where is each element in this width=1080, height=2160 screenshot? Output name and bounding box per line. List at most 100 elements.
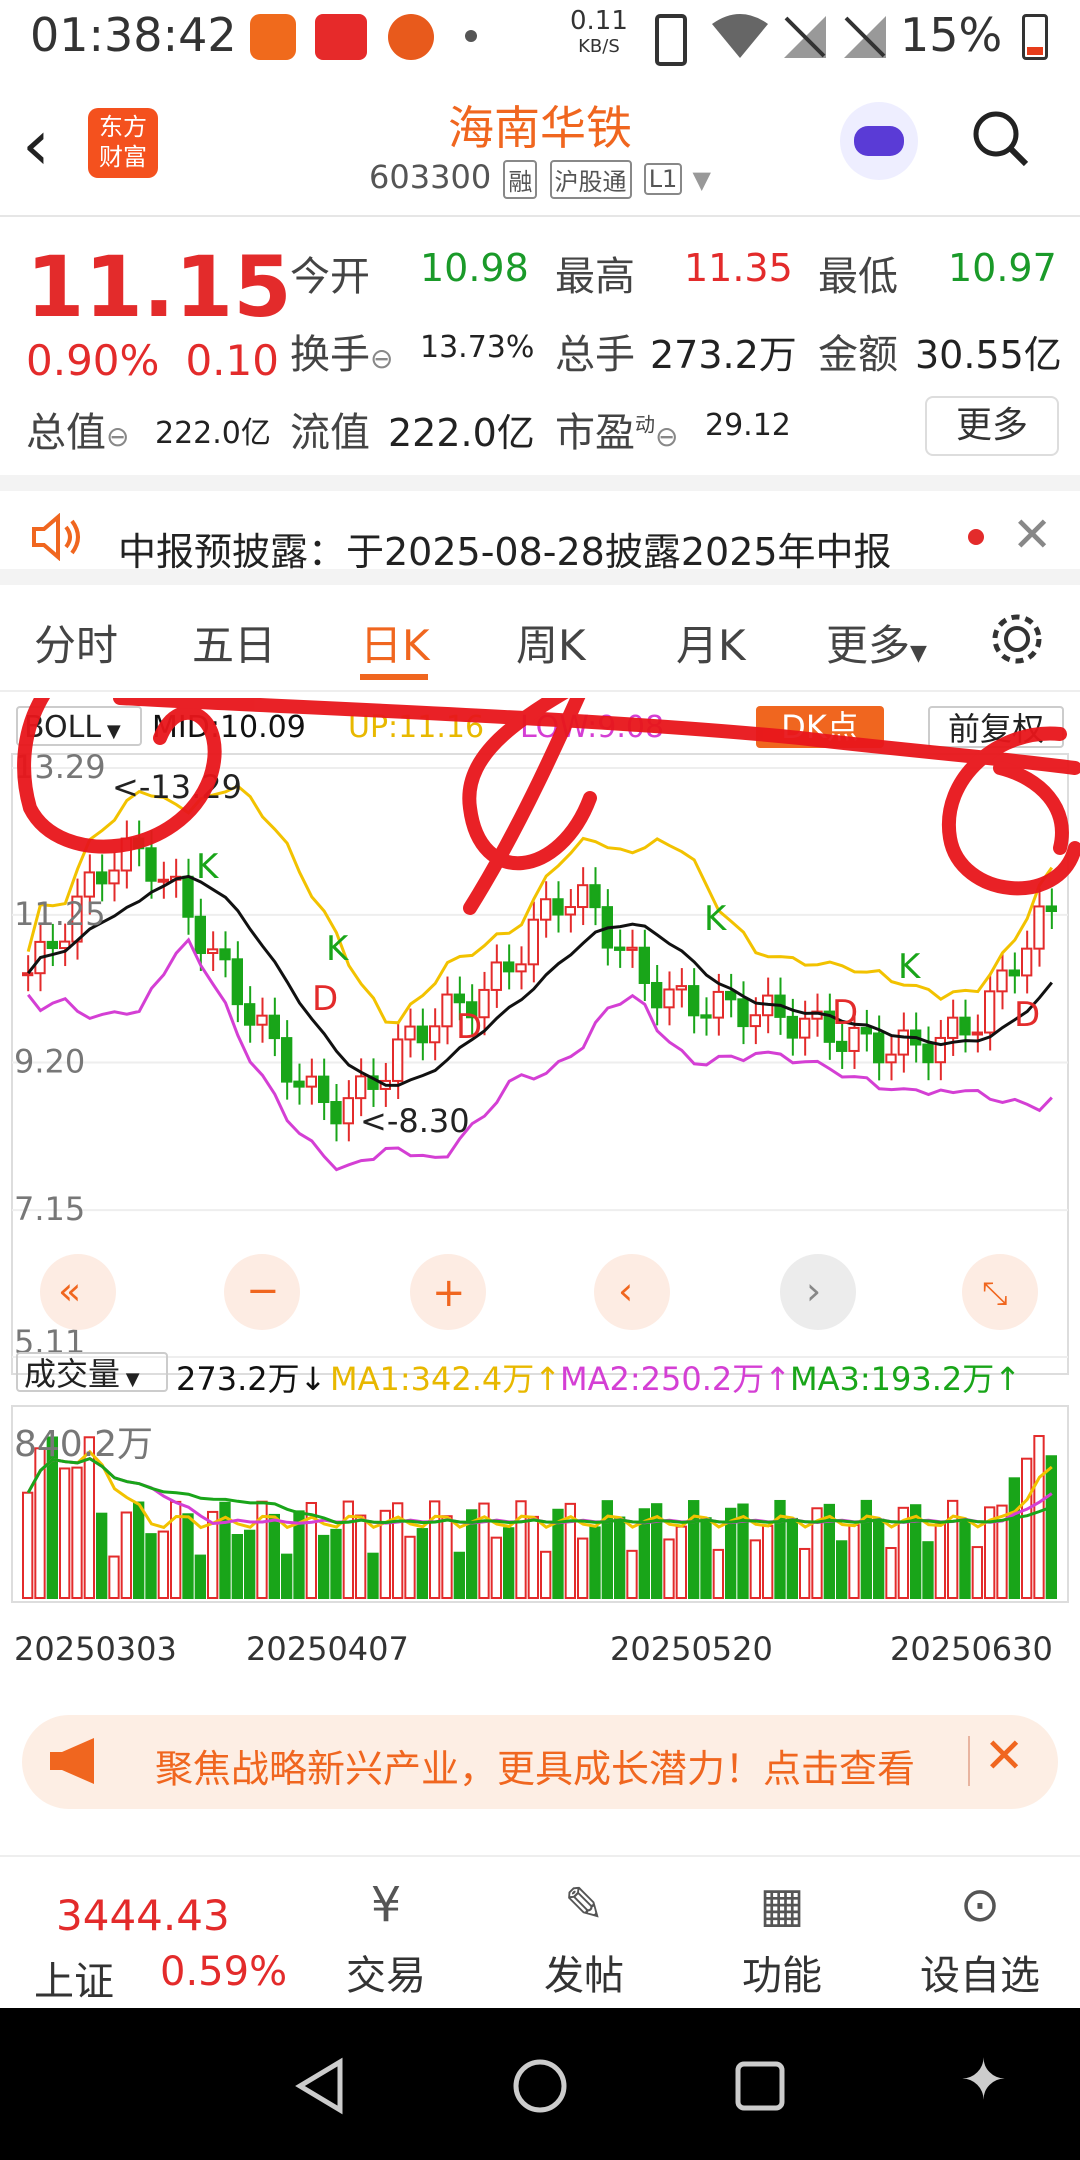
connect-tag: 沪股通: [549, 159, 632, 199]
volume-bar: [626, 1549, 638, 1600]
finance-notification-icon: [388, 14, 434, 60]
high-marker: <-13.29: [112, 768, 242, 806]
function-button[interactable]: ▦ 功能: [702, 1877, 862, 2001]
nav-back-icon[interactable]: [290, 2056, 350, 2116]
candle-body: [355, 1075, 367, 1100]
volume-bar: [268, 1513, 280, 1599]
float-value: 222.0亿: [388, 411, 535, 455]
stock-name[interactable]: 海南华铁: [0, 92, 1080, 158]
grid-icon: ▦: [759, 1877, 805, 1933]
tab-more[interactable]: 更多▼: [826, 612, 927, 673]
high-value: 11.35: [684, 246, 793, 290]
volume-bar: [244, 1529, 256, 1600]
settings-gear-icon[interactable]: [988, 610, 1046, 668]
index-pct[interactable]: 0.59%: [160, 1949, 287, 1995]
volume-bar: [194, 1554, 207, 1599]
trade-button[interactable]: ¥ 交易: [306, 1877, 466, 2001]
candle-body: [786, 1015, 799, 1039]
volume-bar: [589, 1526, 601, 1599]
volume-bar: [157, 1530, 170, 1600]
candle-body: [922, 1043, 934, 1064]
volume-bar: [762, 1524, 774, 1599]
volume-bar: [1008, 1477, 1021, 1600]
zoom-out-icon: −: [246, 1268, 280, 1314]
close-banner-icon[interactable]: ✕: [984, 1728, 1024, 1784]
candle-body: [712, 990, 725, 1019]
vibrate-icon: [655, 14, 687, 66]
assistant-robot-icon[interactable]: [840, 102, 918, 180]
volume-bar: [799, 1547, 811, 1599]
candle-body: [404, 1025, 416, 1041]
volume-bar: [367, 1552, 379, 1600]
candle-body: [725, 990, 737, 1001]
volume-bar: [231, 1534, 244, 1600]
yen-icon: ¥: [370, 1877, 402, 1933]
y-tick-label: 11.25: [14, 895, 106, 933]
d-marker-3: D: [832, 993, 858, 1033]
battery-percent: 15%: [900, 8, 1003, 62]
pe-label: 市盈动⊖: [555, 410, 679, 456]
tab-weekly-k[interactable]: 周K: [516, 612, 586, 673]
low-value: 10.97: [948, 246, 1057, 290]
candle-body: [552, 898, 564, 916]
candle-body: [194, 915, 207, 955]
close-notice-icon[interactable]: ✕: [1012, 507, 1052, 563]
pe-value: 29.12: [705, 408, 791, 443]
d-marker-2: D: [456, 1007, 482, 1047]
volume-bar: [786, 1517, 799, 1599]
notice-bar[interactable]: 中报预披露：于2025-08-28披露2025年中报 ✕: [0, 475, 1080, 585]
search-icon[interactable]: [970, 108, 1030, 168]
candle-body: [46, 940, 59, 950]
k-marker-4: K: [898, 947, 922, 987]
index-name[interactable]: 上证: [34, 1949, 114, 2007]
volume-bar: [1045, 1455, 1057, 1599]
accessibility-icon[interactable]: ✦: [960, 2048, 1007, 2113]
status-time: 01:38:42: [30, 8, 237, 62]
volume-indicator-select[interactable]: 成交量 ▼: [16, 1352, 168, 1393]
volume-bar: [873, 1518, 885, 1600]
tab-daily-k[interactable]: 日K: [360, 612, 430, 673]
float-label: 流值: [290, 410, 370, 456]
candle-body: [663, 988, 675, 1009]
price-plot-frame: [11, 753, 1069, 1375]
volume-bar: [404, 1535, 416, 1600]
amount-value: 30.55亿: [915, 333, 1062, 377]
candle-body: [490, 961, 502, 991]
next-icon: ›: [806, 1269, 821, 1313]
chart-controls: « − + ‹ › ⤡: [40, 1254, 1038, 1330]
stock-code-row[interactable]: 603300 融 沪股通 L1 ▼: [0, 158, 1080, 199]
candle-body: [231, 958, 244, 1006]
add-watchlist-button[interactable]: ⊙ 设自选: [900, 1877, 1060, 2001]
candle-body: [638, 946, 651, 984]
candle-body: [392, 1038, 404, 1082]
level-tag: L1: [643, 163, 683, 195]
x-tick-label: 20250630: [890, 1630, 1053, 1668]
kline-chart-area[interactable]: BOLL ▼ MID:10.09 UP:11.16 LOW:9.08 DK点 前…: [0, 698, 1080, 1688]
volume-bar: [453, 1551, 465, 1599]
volume-bar: [885, 1547, 897, 1599]
volume-bar: [527, 1515, 540, 1600]
turnover-value: 13.73%: [420, 330, 535, 365]
volume-bar: [441, 1515, 453, 1600]
volume-bar: [749, 1539, 762, 1600]
nav-recents-icon[interactable]: [730, 2056, 790, 2116]
post-button[interactable]: ✎ 发帖: [504, 1877, 664, 2001]
candle-body: [1045, 905, 1057, 913]
tab-monthly-k[interactable]: 月K: [676, 612, 746, 673]
index-value[interactable]: 3444.43: [56, 1891, 230, 1940]
volume-ma2: MA2:250.2万↑: [560, 1360, 792, 1398]
volume-bar: [330, 1528, 342, 1599]
tab-five-day[interactable]: 五日: [192, 612, 276, 673]
candle-body: [429, 1025, 441, 1044]
volume-bar: [922, 1541, 934, 1599]
quote-panel: 11.15 0.90% 0.10 今开 10.98 最高 11.35 最低 10.…: [0, 218, 1080, 468]
candle-body: [318, 1075, 330, 1104]
volume-bar: [355, 1514, 367, 1600]
tab-intraday[interactable]: 分时: [34, 612, 118, 673]
more-quote-button[interactable]: 更多: [925, 396, 1059, 456]
nav-home-icon[interactable]: [510, 2056, 570, 2116]
candle-body: [281, 1037, 293, 1083]
candle-body: [1033, 905, 1045, 950]
current-price: 11.15: [26, 238, 292, 336]
volume-bar: [22, 1491, 34, 1600]
